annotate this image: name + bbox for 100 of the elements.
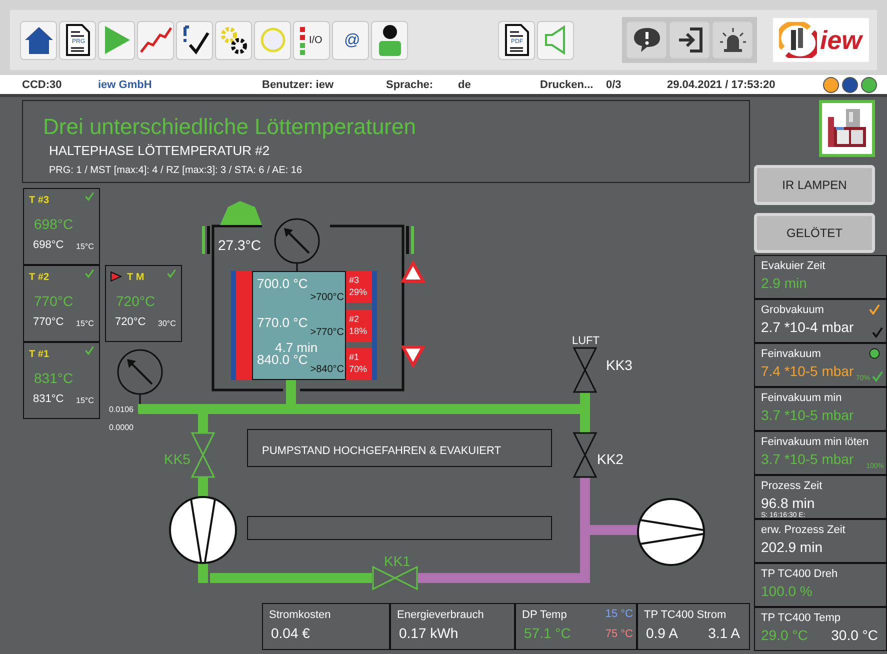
readout-label: Energieverbrauch [397,609,484,621]
zone-target: >700°C [310,292,344,303]
gauge-reading: 0.0000 [109,423,134,432]
status-text: Drucken... [540,78,594,90]
status-text: de [458,78,472,90]
toolbar-button[interactable]: I/O [293,20,330,60]
person-icon [378,24,402,56]
readout-value: 30.0 °C [831,627,878,643]
check-icon [872,327,883,338]
program-info: PRG: 1 / MST [max:4]: 4 / RZ [max:3]: 3 / STA: 6 / AE: 16 [49,165,304,176]
toolbar-button[interactable] [20,20,57,60]
toolbar-button[interactable]: @ [332,20,369,60]
phase-text: HALTEPHASE LÖTTEMPERATUR #2 [49,143,271,158]
status-text: 29.04.2021 / 17:53:20 [667,78,776,90]
ambient-temp: 15°C [76,319,94,328]
toolbar-button[interactable] [215,20,252,60]
status-dot [869,348,880,359]
readout-value: 57.1 °C [524,625,571,641]
gauge-icon [117,349,163,404]
ambient-temp: 15°C [76,396,94,405]
status-text: Sprache: [386,78,434,90]
chamber-temp: 27.3°C [218,237,261,253]
limit-value: 15 °C [605,608,633,620]
document-icon [504,24,528,56]
readout-label: Grobvakuum [761,304,824,316]
readout-value: 202.9 min [761,539,822,555]
zone-target: >770°C [310,327,344,338]
valve-label: KK1 [384,553,410,569]
sensor-label: T M [127,272,144,283]
valve-icon [572,347,598,393]
alert-icon [632,27,660,53]
readout-value: 0.04 € [271,625,310,641]
readout-value: 100.0 % [761,583,812,599]
readout-label: TP TC400 Dreh [761,568,838,580]
valve-label: KK5 [164,451,190,467]
siren-icon [718,27,746,53]
readout-value: 3.7 *10-5 mbar [761,407,854,423]
toolbar-button[interactable] [669,21,710,59]
status-lights-icon [300,26,306,54]
zone-temp: 840.0 °C [257,352,308,367]
toolbar-button[interactable] [626,21,667,59]
company-link[interactable]: iew GmbH [98,78,262,90]
valve-icon [372,566,418,590]
readout-label: Feinvakuum [761,348,821,360]
zone-temp: 770.0 °C [257,315,308,330]
ambient-temp: 15°C [76,242,94,251]
zone-power: #2 18% [346,310,372,342]
message-text: PUMPSTAND HOCHGEFAHREN & EVAKUIERT [262,445,501,457]
sensor-actual: 698°C [33,239,64,251]
pump-icon [169,496,237,564]
valve-icon [572,432,598,478]
readout-label: TP TC400 Temp [761,612,840,624]
logo-text: iew [820,24,862,56]
status-text: Benutzer: iew [262,78,335,90]
machine-view-button[interactable] [819,100,875,157]
check-icon [85,346,94,355]
toolbar-button[interactable] [371,20,408,60]
sensor-label: T #3 [29,195,50,206]
readout-value: 2.9 min [761,275,807,291]
readout-value: 0.9 A [646,625,678,641]
readout-label: erw. Prozess Zeit [761,524,846,536]
gears-icon [218,25,248,55]
readout-value: 2.7 *10-4 mbar [761,319,854,335]
readout-value: 7.4 *10-5 mbar [761,363,854,379]
status-text: CCD:30 [22,78,63,90]
valve-label: KK2 [597,451,624,467]
login-icon [676,27,702,53]
readout-label: Stromkosten [269,609,331,621]
check-icon [167,269,176,278]
chart-icon [140,26,172,54]
vent-icon [220,201,262,225]
action-button[interactable]: GELÖTET [754,213,875,253]
check-icon [85,192,94,201]
sensor-value: 698°C [34,216,74,232]
readout-label: Evakuier Zeit [761,260,826,272]
lower-arrow-icon[interactable] [400,346,426,368]
zone-power: #3 29% [346,271,372,303]
sensor-label: T #2 [29,272,50,283]
check-icon [869,304,880,315]
circle-icon [258,26,286,54]
readout-value: 0.17 kWh [399,625,458,641]
readout-value: 3.1 A [708,625,740,641]
readout-value: 29.0 °C [761,627,808,643]
air-label: LUFT [572,335,600,347]
action-button[interactable]: IR LAMPEN [754,165,875,205]
readout-label: TP TC400 Strom [644,609,726,621]
toolbar-button[interactable] [176,20,213,60]
valve-label: KK3 [606,357,632,373]
check-icon [872,371,883,382]
raise-arrow-icon[interactable] [400,260,426,282]
flange-icon [202,226,210,254]
valve-icon [190,432,216,478]
hold-time: 4.7 min [275,340,318,355]
toolbar-button[interactable] [712,21,753,59]
sensor-label: T #1 [29,349,50,360]
sensor-actual: 720°C [115,316,146,328]
sensor-actual: 831°C [33,393,64,405]
pump-icon [637,498,705,566]
check-icon [85,269,94,278]
status-text: 0/3 [606,78,622,90]
